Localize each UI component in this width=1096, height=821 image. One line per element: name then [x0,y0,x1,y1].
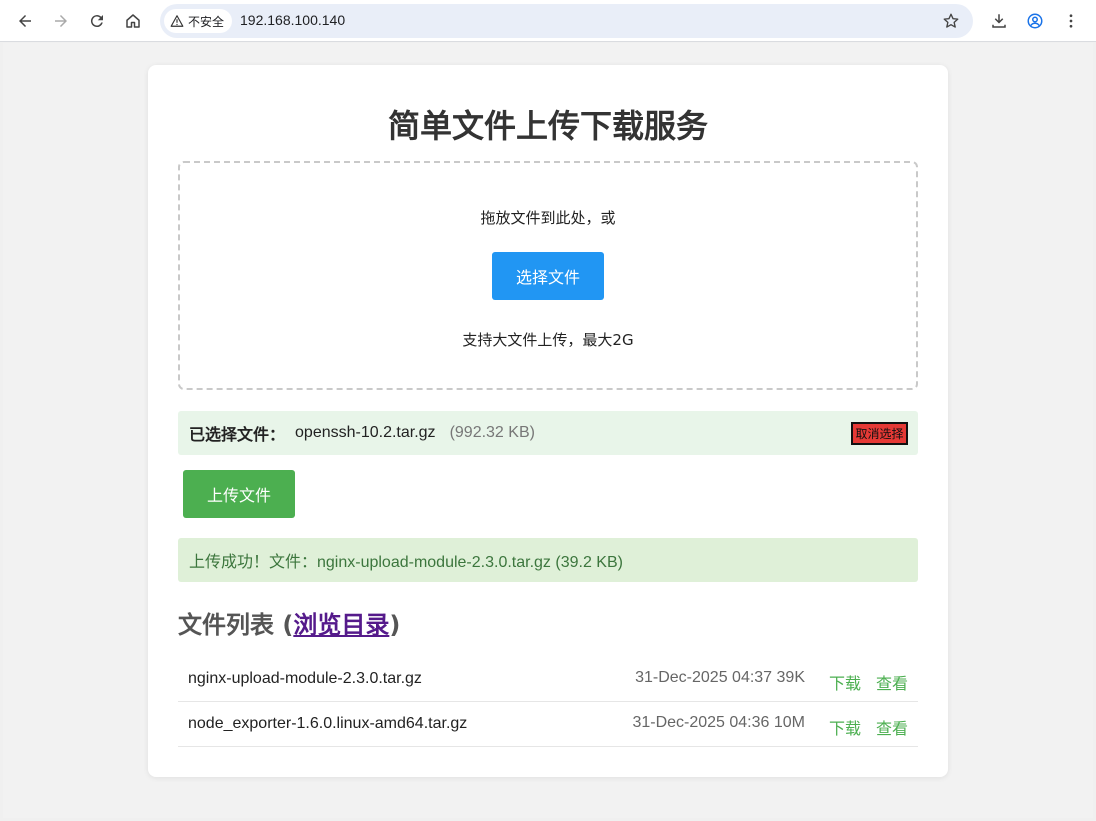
profile-button[interactable] [1021,7,1049,35]
view-link[interactable]: 查看 [876,670,908,694]
url-text[interactable]: 192.168.100.140 [240,12,345,28]
kebab-menu-icon [1069,14,1073,28]
choose-file-button[interactable]: 选择文件 [492,252,604,300]
security-indicator[interactable]: 不安全 [164,9,233,33]
reload-icon [90,15,103,28]
browser-toolbar: 不安全 192.168.100.140 [0,0,1096,42]
downloads-button[interactable] [985,7,1013,35]
forward-button[interactable] [47,7,75,35]
back-arrow-icon [19,15,31,27]
menu-button[interactable] [1057,7,1085,35]
file-row: node_exporter-1.6.0.linux-amd64.tar.gz 3… [178,702,918,747]
file-list-heading: 文件列表 (浏览目录) [178,605,400,640]
size-limit-text: 支持大文件上传，最大2G [462,331,634,349]
back-button[interactable] [11,7,39,35]
upload-file-button[interactable]: 上传文件 [183,470,295,518]
main-card: 简单文件上传下载服务 拖放文件到此处，或 选择文件 支持大文件上传，最大2G 已… [148,65,948,777]
selected-file-name: openssh-10.2.tar.gz [295,424,436,441]
browse-directory-link[interactable]: 浏览目录 [293,611,389,639]
home-button[interactable] [119,7,147,35]
selected-file-label: 已选择文件： [189,425,286,444]
page-title: 简单文件上传下载服务 [387,107,708,145]
selected-file-bar: 已选择文件： openssh-10.2.tar.gz (992.32 KB) 取… [178,411,918,455]
bookmark-button[interactable] [941,11,961,31]
drop-hint-text: 拖放文件到此处，或 [480,209,616,227]
security-label: 不安全 [188,14,225,29]
warning-triangle-icon [170,15,184,27]
file-name: nginx-upload-module-2.3.0.tar.gz [188,670,422,687]
reload-button[interactable] [83,7,111,35]
file-row: nginx-upload-module-2.3.0.tar.gz 31-Dec-… [178,657,918,702]
star-icon [943,13,959,28]
cancel-selection-button[interactable]: 取消选择 [851,422,908,445]
selected-file-size: (992.32 KB) [449,424,535,441]
download-link[interactable]: 下载 [829,670,861,694]
profile-avatar-icon [1027,13,1043,29]
address-bar[interactable]: 不安全 192.168.100.140 [160,4,973,38]
file-list-heading-text: 文件列表 ( [178,611,294,639]
file-dropzone[interactable]: 拖放文件到此处，或 选择文件 支持大文件上传，最大2G [178,161,918,390]
file-name: node_exporter-1.6.0.linux-amd64.tar.gz [188,715,468,732]
file-meta: 31-Dec-2025 04:37 39K [635,669,805,686]
upload-success-message: 上传成功！文件：nginx-upload-module-2.3.0.tar.gz… [178,538,918,582]
view-link[interactable]: 查看 [876,715,908,739]
file-meta: 31-Dec-2025 04:36 10M [632,714,805,731]
forward-arrow-icon [55,15,67,27]
file-list-heading-close: ) [389,611,401,639]
page-viewport: 简单文件上传下载服务 拖放文件到此处，或 选择文件 支持大文件上传，最大2G 已… [3,43,1093,818]
download-icon [992,14,1006,28]
download-link[interactable]: 下载 [829,715,861,739]
home-icon [126,14,140,28]
